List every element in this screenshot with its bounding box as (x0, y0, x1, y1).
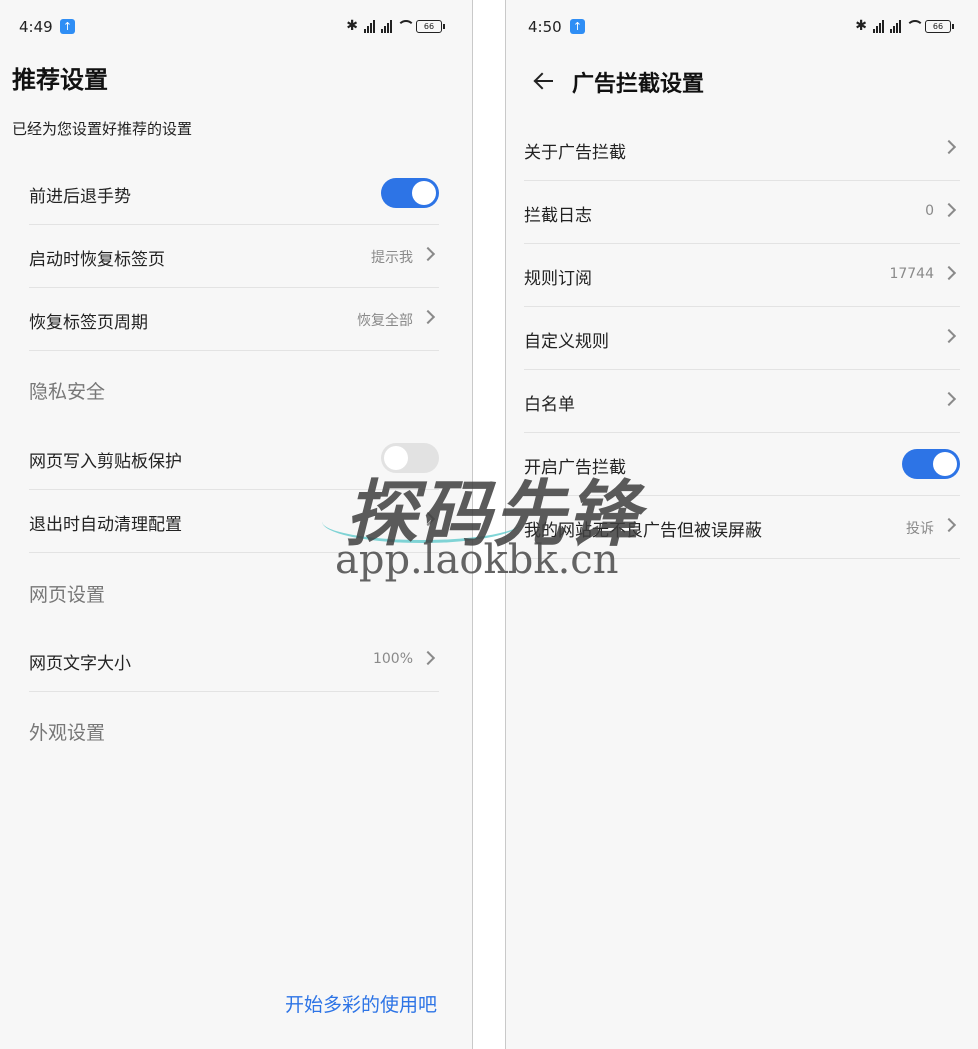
toggle-knob (412, 181, 436, 205)
status-bar: 4:50 ↑ ✱ 66 (506, 14, 978, 42)
row-block-log[interactable]: 拦截日志 0 (524, 181, 960, 244)
status-time: 4:49 (19, 18, 53, 36)
row-label: 开启广告拦截 (524, 458, 626, 478)
row-value: 恢复全部 (357, 313, 413, 329)
row-label: 网页文字大小 (29, 654, 131, 674)
status-time: 4:50 (528, 18, 562, 36)
chevron-right-icon (941, 328, 957, 344)
signal-icon (873, 19, 884, 33)
row-value: 提示我 (371, 250, 413, 266)
left-screen: 4:49 ↑ ✱ 66 推荐设置 已经为您设置好推荐的设置 前进后退手势 启动时… (0, 0, 473, 1049)
row-restore-tabs[interactable]: 启动时恢复标签页 提示我 (29, 225, 439, 288)
row-label: 规则订阅 (524, 269, 592, 289)
chevron-right-icon (941, 517, 957, 533)
wifi-icon (396, 20, 415, 32)
row-label: 网页写入剪贴板保护 (29, 452, 182, 472)
row-label: 自定义规则 (524, 332, 609, 352)
right-screen: 4:50 ↑ ✱ 66 广告拦截设置 关于广告拦截 拦截日志 0 规则订阅 17… (505, 0, 978, 1049)
page-title: 推荐设置 (12, 66, 108, 94)
chevron-right-icon (420, 511, 436, 527)
status-icons: ✱ 66 (855, 18, 954, 34)
row-value: 投诉 (906, 521, 934, 537)
battery-icon: 66 (925, 19, 954, 33)
gesture-toggle[interactable] (381, 178, 439, 208)
page-title: 广告拦截设置 (572, 72, 705, 97)
chevron-right-icon (941, 391, 957, 407)
row-value: 100% (372, 651, 413, 667)
toggle-knob (384, 446, 408, 470)
status-bar: 4:49 ↑ ✱ 66 (0, 14, 472, 42)
chevron-right-icon (941, 202, 957, 218)
row-value: 17744 (889, 266, 934, 282)
signal-icon-2 (381, 19, 392, 33)
upload-notification-icon: ↑ (570, 19, 585, 34)
row-label: 白名单 (524, 395, 575, 415)
start-button[interactable]: 开始多彩的使用吧 (285, 990, 437, 1017)
row-report-false-block[interactable]: 我的网站无不良广告但被误屏蔽 投诉 (524, 496, 960, 559)
row-gesture[interactable]: 前进后退手势 (29, 162, 439, 225)
wifi-icon (905, 20, 924, 32)
back-arrow-icon[interactable] (533, 70, 555, 92)
row-custom-rules[interactable]: 自定义规则 (524, 307, 960, 370)
row-label: 前进后退手势 (29, 187, 131, 207)
chevron-right-icon (941, 139, 957, 155)
clipboard-toggle[interactable] (381, 443, 439, 473)
row-label: 关于广告拦截 (524, 143, 626, 163)
row-rule-subscription[interactable]: 规则订阅 17744 (524, 244, 960, 307)
chevron-right-icon (420, 246, 436, 262)
signal-icon-2 (890, 19, 901, 33)
row-label: 启动时恢复标签页 (29, 250, 165, 270)
row-clipboard[interactable]: 网页写入剪贴板保护 (29, 427, 439, 490)
row-value: 0 (925, 203, 934, 219)
status-icons: ✱ 66 (346, 18, 445, 34)
row-restore-period[interactable]: 恢复标签页周期 恢复全部 (29, 288, 439, 351)
adblock-toggle[interactable] (902, 449, 960, 479)
row-label: 恢复标签页周期 (29, 313, 148, 333)
row-whitelist[interactable]: 白名单 (524, 370, 960, 433)
section-privacy: 隐私安全 (29, 381, 106, 403)
signal-icon (364, 19, 375, 33)
chevron-right-icon (420, 650, 436, 666)
row-about-adblock[interactable]: 关于广告拦截 (524, 118, 960, 181)
chevron-right-icon (941, 265, 957, 281)
section-appearance: 外观设置 (29, 722, 106, 744)
row-auto-clean[interactable]: 退出时自动清理配置 (29, 490, 439, 553)
bluetooth-icon: ✱ (346, 18, 358, 34)
section-web: 网页设置 (29, 584, 106, 606)
row-label: 拦截日志 (524, 206, 592, 226)
battery-icon: 66 (416, 19, 445, 33)
toggle-knob (933, 452, 957, 476)
chevron-right-icon (420, 309, 436, 325)
row-font-size[interactable]: 网页文字大小 100% (29, 629, 439, 692)
row-label: 我的网站无不良广告但被误屏蔽 (524, 521, 762, 541)
page-subtitle: 已经为您设置好推荐的设置 (12, 120, 193, 138)
row-enable-adblock[interactable]: 开启广告拦截 (524, 433, 960, 496)
bluetooth-icon: ✱ (855, 18, 867, 34)
row-label: 退出时自动清理配置 (29, 515, 182, 535)
upload-notification-icon: ↑ (60, 19, 75, 34)
